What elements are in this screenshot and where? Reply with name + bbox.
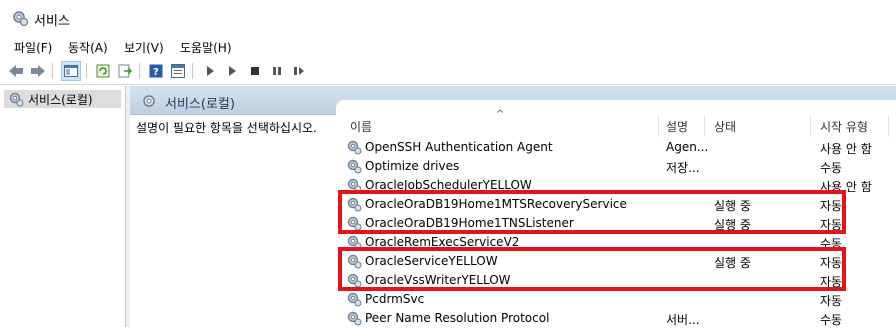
menu-bar: 파일(F) 동작(A) 보기(V) 도움말(H)	[0, 36, 896, 58]
back-icon[interactable]	[6, 61, 26, 81]
stop-icon[interactable]	[245, 61, 265, 81]
toolbar-separator	[52, 63, 53, 79]
highlight-box-service	[338, 247, 846, 291]
column-divider[interactable]	[810, 115, 811, 137]
description-prompt: 설명이 필요한 항목을 선택하십시오.	[136, 121, 317, 135]
description-panel: 설명이 필요한 항목을 선택하십시오.	[130, 115, 335, 327]
service-gear-icon	[346, 291, 362, 307]
play-alt-icon[interactable]	[222, 61, 242, 81]
service-row[interactable]: Peer Name Resolution Protocol 서버... 수동	[336, 308, 896, 327]
toolbar-separator	[86, 63, 87, 79]
column-divider[interactable]	[888, 115, 889, 137]
column-header-description[interactable]: 설명	[666, 118, 688, 135]
column-divider[interactable]	[658, 115, 659, 137]
column-header-row: ^ 이름 설명 상태 시작 유형	[336, 109, 896, 137]
help-icon[interactable]: ?	[146, 61, 166, 81]
service-gear-icon	[346, 310, 362, 326]
toolbar-separator	[192, 63, 193, 79]
service-name-cell: Peer Name Resolution Protocol	[346, 310, 549, 326]
refresh-icon[interactable]	[93, 61, 113, 81]
service-name-cell: PcdrmSvc	[346, 291, 424, 307]
highlight-box-tns	[338, 190, 846, 234]
menu-action[interactable]: 동작(A)	[68, 39, 108, 56]
service-description: Agen...	[666, 140, 709, 154]
services-list: ^ 이름 설명 상태 시작 유형 OpenSSH Authentication …	[336, 100, 896, 327]
play-icon[interactable]	[200, 61, 220, 81]
console-tree: 서비스(로컬)	[0, 86, 126, 327]
console-tree-icon[interactable]	[61, 61, 81, 81]
window-title: 서비스	[34, 14, 70, 29]
service-description: 서버...	[666, 313, 700, 327]
service-row[interactable]: OpenSSH Authentication Agent Agen... 사용 안 …	[336, 137, 896, 156]
svg-text:?: ?	[153, 67, 159, 78]
service-name: Optimize drives	[365, 159, 460, 173]
column-header-status[interactable]: 상태	[714, 118, 736, 135]
sort-ascending-icon: ^	[496, 109, 505, 120]
menu-view[interactable]: 보기(V)	[124, 39, 164, 56]
forward-icon[interactable]	[28, 61, 48, 81]
service-startup-type: 수동	[820, 161, 843, 175]
toolbar-separator	[139, 63, 140, 79]
services-gear-icon	[8, 91, 24, 107]
menu-file[interactable]: 파일(F)	[14, 39, 52, 56]
export-icon[interactable]	[115, 61, 135, 81]
service-name: OpenSSH Authentication Agent	[365, 140, 553, 154]
service-name: PcdrmSvc	[365, 292, 425, 306]
service-name-cell: OpenSSH Authentication Agent	[346, 139, 553, 155]
title-bar: 서비스	[0, 0, 896, 36]
column-header-name[interactable]: 이름	[350, 118, 372, 135]
pause-icon[interactable]	[267, 61, 287, 81]
tree-item-services-local[interactable]: 서비스(로컬)	[4, 90, 121, 108]
restart-icon[interactable]	[289, 61, 309, 81]
menu-help[interactable]: 도움말(H)	[180, 39, 232, 56]
service-name: Peer Name Resolution Protocol	[365, 311, 550, 325]
service-startup-type: 자동	[820, 294, 843, 308]
service-description: 저장...	[666, 161, 700, 175]
service-startup-type: 사용 안 함	[820, 142, 872, 156]
service-startup-type: 수동	[820, 313, 843, 327]
service-row[interactable]: PcdrmSvc 자동	[336, 289, 896, 308]
column-divider[interactable]	[704, 115, 705, 137]
services-gear-icon	[11, 9, 29, 30]
service-name-cell: Optimize drives	[346, 158, 459, 174]
service-gear-icon	[346, 158, 362, 174]
panel-title: 서비스(로컬)	[165, 97, 235, 112]
tree-item-label: 서비스(로컬)	[28, 92, 93, 107]
toolbar: ?	[0, 58, 896, 85]
service-row[interactable]: Optimize drives 저장... 수동	[336, 156, 896, 175]
service-gear-icon	[346, 139, 362, 155]
column-header-startup-type[interactable]: 시작 유형	[820, 118, 868, 135]
search-icon	[142, 94, 158, 113]
properties-icon[interactable]	[168, 61, 188, 81]
